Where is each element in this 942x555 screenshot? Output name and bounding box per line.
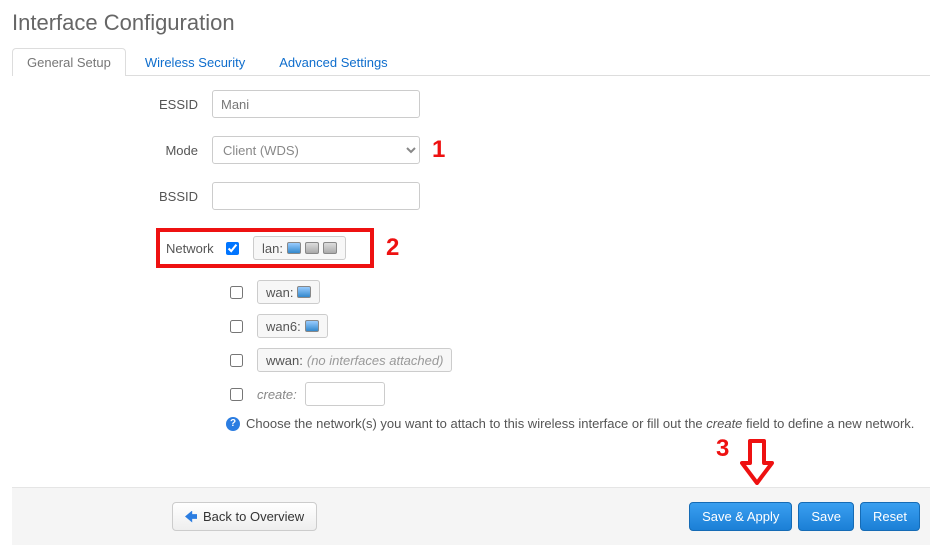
network-wan-label: wan: xyxy=(266,285,293,300)
highlight-box-network: Network lan: xyxy=(156,228,374,268)
port-icon xyxy=(297,286,311,298)
save-apply-button[interactable]: Save & Apply xyxy=(689,502,792,531)
arrow-down-icon xyxy=(740,439,774,485)
network-wan-badge[interactable]: wan: xyxy=(257,280,320,304)
tab-advanced-settings[interactable]: Advanced Settings xyxy=(264,48,402,76)
tab-general-setup[interactable]: General Setup xyxy=(12,48,126,76)
network-wan-checkbox[interactable] xyxy=(230,286,243,299)
footer-bar: Back to Overview Save & Apply Save Reset xyxy=(12,487,930,545)
annotation-3: 3 xyxy=(716,435,729,463)
port-icon xyxy=(323,242,337,254)
hint-text-pre: Choose the network(s) you want to attach… xyxy=(246,416,706,431)
network-create-label: create: xyxy=(257,387,297,402)
essid-label: ESSID xyxy=(159,97,198,112)
port-icon xyxy=(305,242,319,254)
network-wan6-label: wan6: xyxy=(266,319,301,334)
hint-text-post: field to define a new network. xyxy=(742,416,914,431)
back-to-overview-button[interactable]: Back to Overview xyxy=(172,502,317,531)
page-title: Interface Configuration xyxy=(12,10,930,36)
mode-select[interactable]: Client (WDS) xyxy=(212,136,420,164)
bssid-input[interactable] xyxy=(212,182,420,210)
tab-bar: General Setup Wireless Security Advanced… xyxy=(12,44,930,76)
network-label: Network xyxy=(166,241,222,256)
network-wwan-label: wwan: xyxy=(266,353,303,368)
network-hint: ? Choose the network(s) you want to atta… xyxy=(226,416,930,431)
reset-button[interactable]: Reset xyxy=(860,502,920,531)
hint-text-em: create xyxy=(706,416,742,431)
port-icon xyxy=(305,320,319,332)
bssid-label: BSSID xyxy=(159,189,198,204)
network-wwan-badge[interactable]: wwan: (no interfaces attached) xyxy=(257,348,452,372)
mode-label: Mode xyxy=(22,143,212,158)
essid-input[interactable] xyxy=(212,90,420,118)
network-lan-checkbox[interactable] xyxy=(226,242,239,255)
annotation-1: 1 xyxy=(432,136,445,164)
back-icon xyxy=(185,511,197,523)
network-lan-badge[interactable]: lan: xyxy=(253,236,346,260)
network-wwan-note: (no interfaces attached) xyxy=(307,353,444,368)
form-general: ESSID Mode Client (WDS) 1 BSSID Network … xyxy=(12,90,930,487)
back-label: Back to Overview xyxy=(203,509,304,524)
network-lan-label: lan: xyxy=(262,241,283,256)
network-wan6-badge[interactable]: wan6: xyxy=(257,314,328,338)
network-wan6-checkbox[interactable] xyxy=(230,320,243,333)
annotation-3-group: 3 xyxy=(734,439,930,487)
annotation-2: 2 xyxy=(386,234,399,262)
info-icon: ? xyxy=(226,417,240,431)
network-wwan-checkbox[interactable] xyxy=(230,354,243,367)
save-button[interactable]: Save xyxy=(798,502,854,531)
port-icon xyxy=(287,242,301,254)
network-create-checkbox[interactable] xyxy=(230,388,243,401)
tab-wireless-security[interactable]: Wireless Security xyxy=(130,48,260,76)
network-create-input[interactable] xyxy=(305,382,385,406)
